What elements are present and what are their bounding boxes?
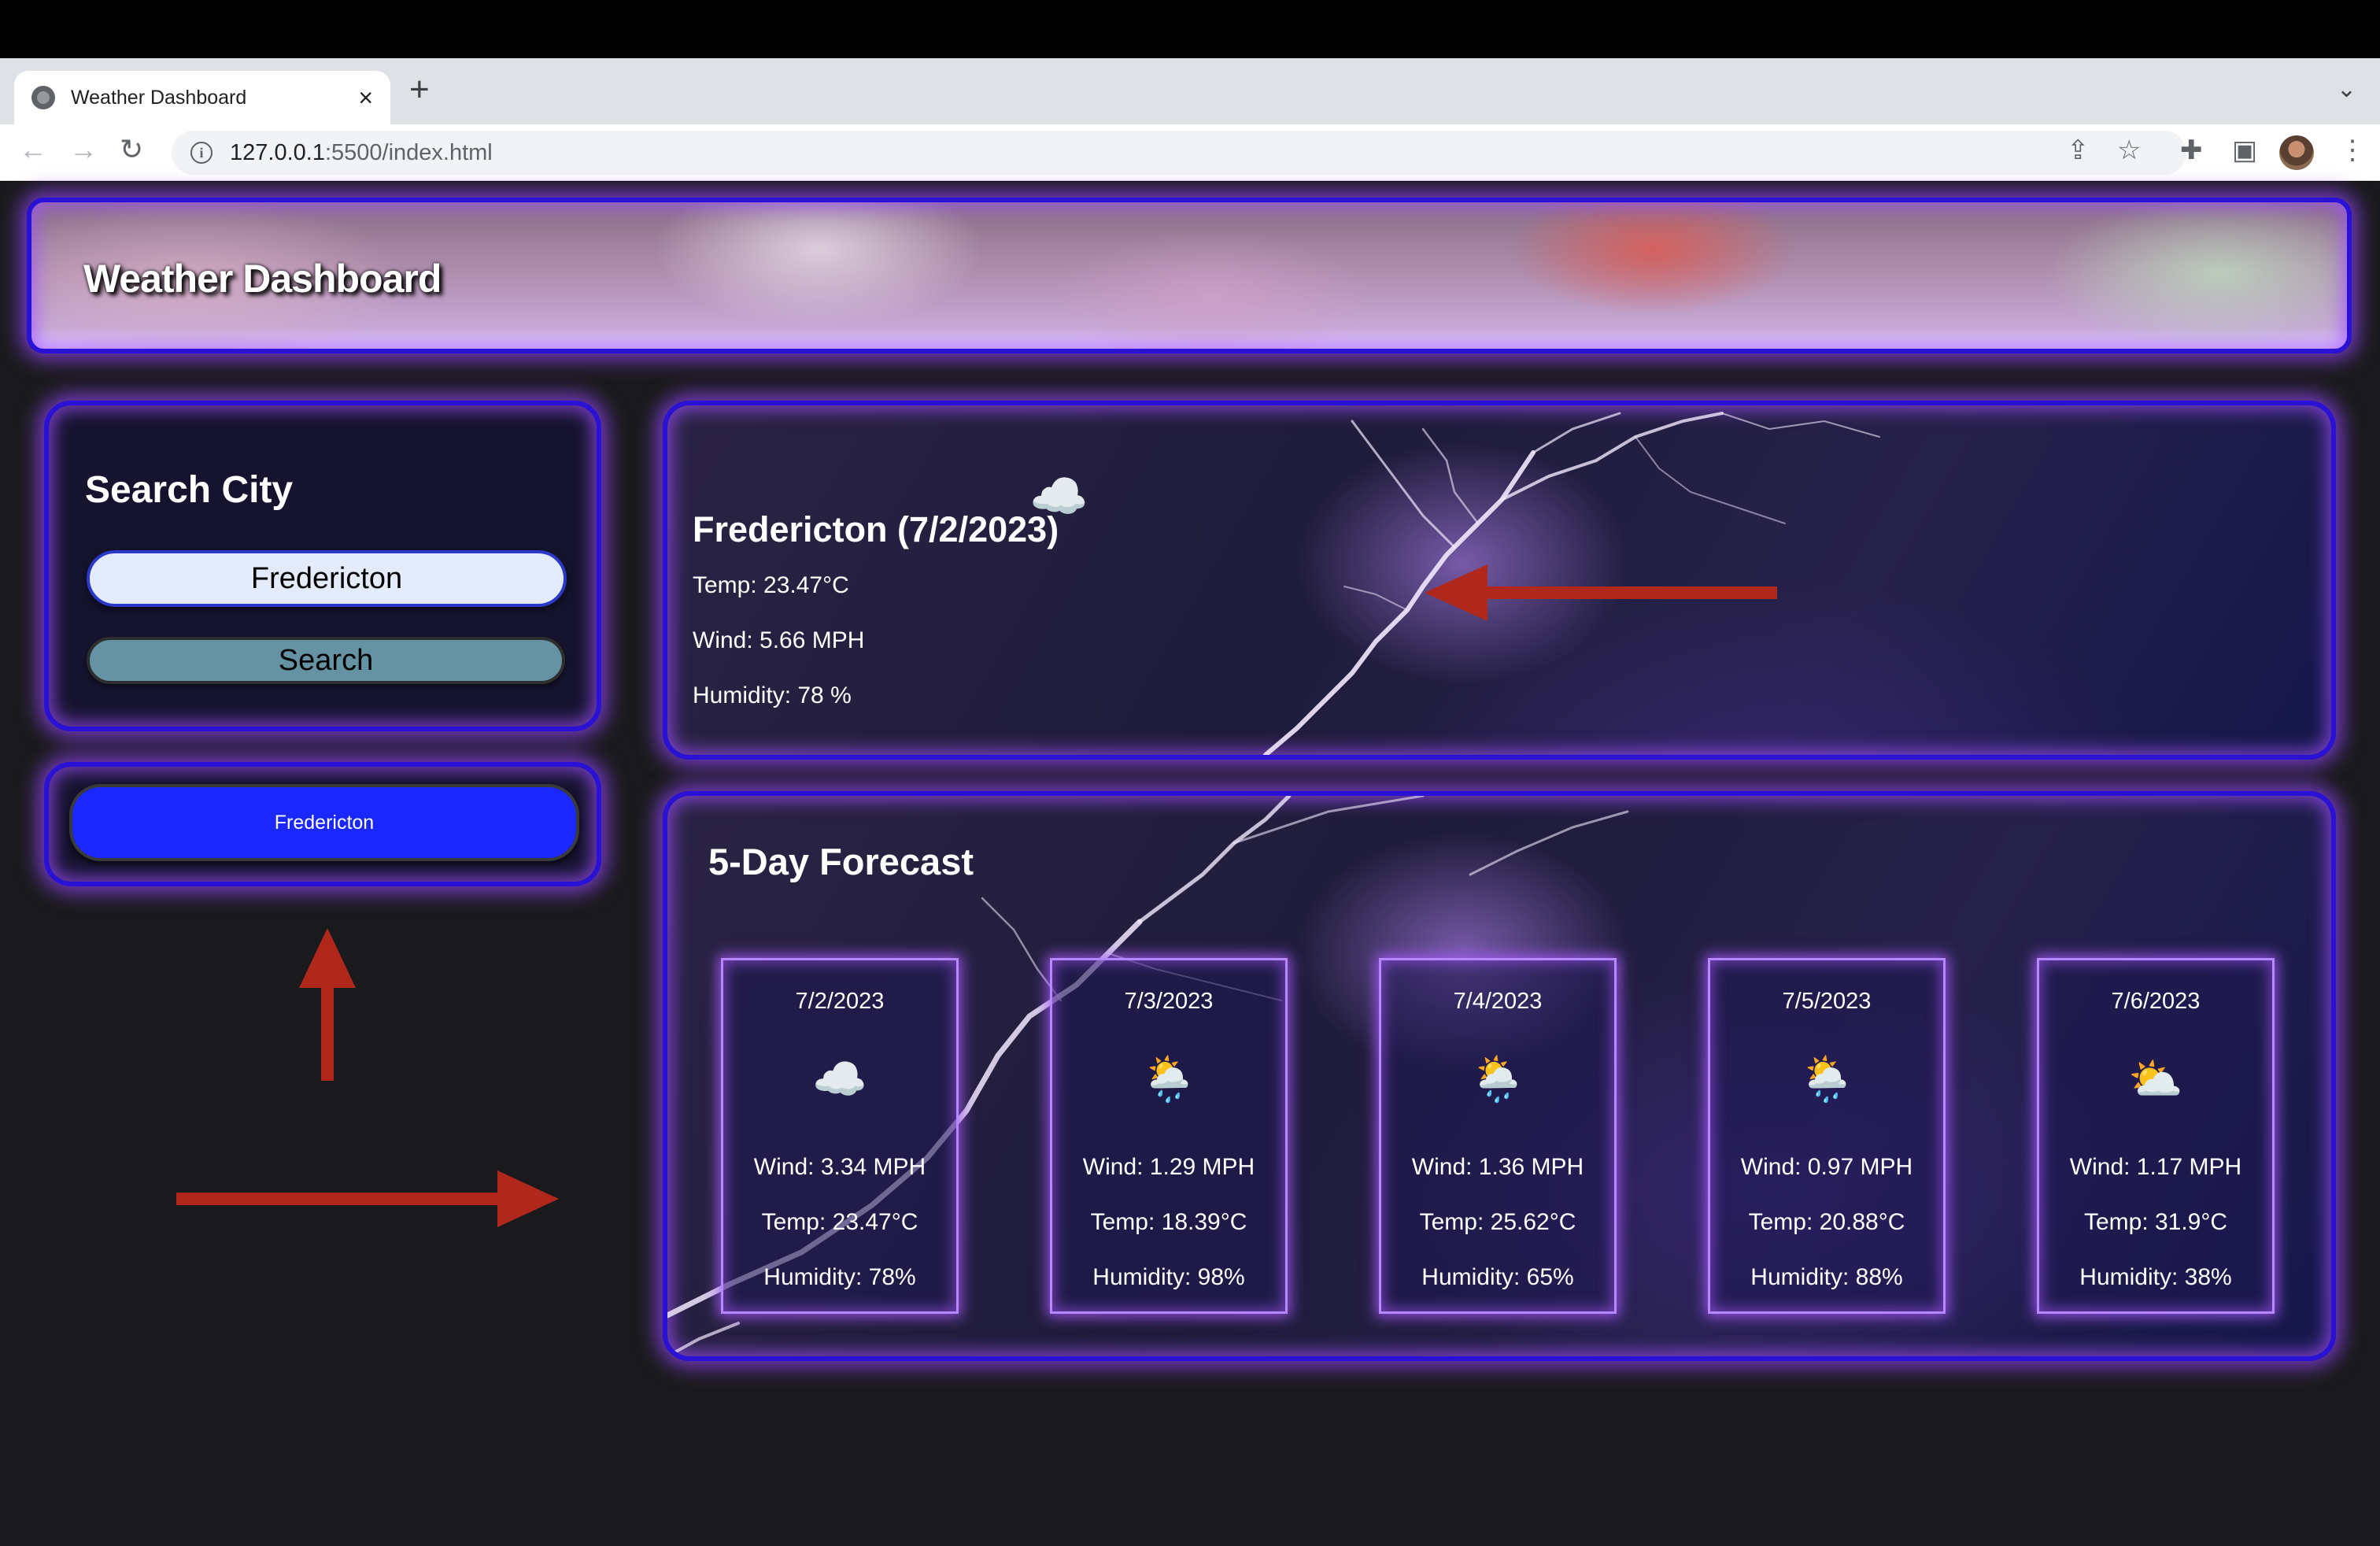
search-history-panel: Fredericton xyxy=(44,762,601,886)
history-city-button[interactable]: Fredericton xyxy=(69,784,579,861)
forecast-card: 7/3/2023 🌦️ Wind: 1.29 MPH Temp: 18.39°C… xyxy=(1050,958,1288,1314)
extensions-icon[interactable]: ✚ xyxy=(2180,137,2203,164)
forecast-date: 7/3/2023 xyxy=(1124,989,1214,1014)
cloud-icon: ☁️ xyxy=(1029,470,1088,523)
close-icon[interactable]: × xyxy=(358,85,373,110)
cloud-sun-icon: ⛅ xyxy=(2128,1054,2183,1104)
browser-tab[interactable]: Weather Dashboard × xyxy=(14,71,390,124)
forecast-wind: Wind: 3.34 MPH xyxy=(753,1154,926,1180)
rain-sun-icon: 🌦️ xyxy=(1799,1054,1854,1104)
cloud-icon: ☁️ xyxy=(812,1054,867,1104)
forecast-temp: Temp: 20.88°C xyxy=(1748,1209,1905,1235)
forecast-heading: 5-Day Forecast xyxy=(708,841,974,882)
current-wind: Wind: 5.66 MPH xyxy=(693,627,865,653)
forecast-wind: Wind: 1.29 MPH xyxy=(1082,1154,1255,1180)
annotation-arrow-up xyxy=(299,928,356,1081)
forecast-card: 7/6/2023 ⛅ Wind: 1.17 MPH Temp: 31.9°C H… xyxy=(2037,958,2275,1314)
forecast-temp: Temp: 31.9°C xyxy=(2083,1209,2228,1235)
forecast-temp: Temp: 23.47°C xyxy=(761,1209,918,1235)
search-heading: Search City xyxy=(85,469,294,511)
rain-sun-icon: 🌦️ xyxy=(1141,1054,1196,1104)
share-icon[interactable]: ⇪ xyxy=(2067,137,2090,164)
browser-toolbar: ← → ↻ i 127.0.0.1:5500/index.html ⇪ ☆ ✚ … xyxy=(0,124,2380,181)
screen-letterbox xyxy=(0,0,2380,58)
tab-title: Weather Dashboard xyxy=(71,86,247,109)
forecast-humidity: Humidity: 78% xyxy=(763,1264,916,1290)
forecast-card: 7/5/2023 🌦️ Wind: 0.97 MPH Temp: 20.88°C… xyxy=(1708,958,1946,1314)
back-icon[interactable]: ← xyxy=(19,135,47,164)
new-tab-icon[interactable]: + xyxy=(409,72,430,107)
menu-icon[interactable]: ⋮ xyxy=(2339,137,2366,164)
forecast-humidity: Humidity: 88% xyxy=(1750,1264,1903,1290)
forecast-date: 7/2/2023 xyxy=(795,989,885,1014)
forecast-date: 7/5/2023 xyxy=(1782,989,1872,1014)
forward-icon[interactable]: → xyxy=(69,135,98,164)
avatar[interactable] xyxy=(2279,135,2314,170)
chevron-down-icon[interactable]: ⌄ xyxy=(2337,76,2356,103)
sidepanel-icon[interactable]: ▣ xyxy=(2232,137,2257,164)
page-title: Weather Dashboard xyxy=(83,257,442,301)
forecast-date: 7/4/2023 xyxy=(1453,989,1543,1014)
forecast-temp: Temp: 25.62°C xyxy=(1419,1209,1576,1235)
forecast-humidity: Humidity: 65% xyxy=(1421,1264,1574,1290)
address-bar[interactable]: i 127.0.0.1:5500/index.html xyxy=(172,131,2186,175)
browser-tabstrip: Weather Dashboard × xyxy=(0,58,2380,124)
city-search-input[interactable] xyxy=(87,550,567,607)
forecast-card: 7/2/2023 ☁️ Wind: 3.34 MPH Temp: 23.47°C… xyxy=(721,958,959,1314)
forecast-panel: 5-Day Forecast 7/2/2023 ☁️ Wind: 3.34 MP… xyxy=(663,791,2336,1361)
page: Weather Dashboard Search City Search Fre… xyxy=(0,182,2380,1546)
forecast-wind: Wind: 0.97 MPH xyxy=(1740,1154,1913,1180)
current-city-date: Fredericton (7/2/2023) xyxy=(693,509,1059,549)
current-humidity: Humidity: 78 % xyxy=(693,682,852,708)
forecast-date: 7/6/2023 xyxy=(2111,989,2201,1014)
forecast-humidity: Humidity: 38% xyxy=(2079,1264,2232,1290)
search-panel: Search City Search xyxy=(44,401,601,731)
reload-icon[interactable]: ↻ xyxy=(120,135,143,164)
forecast-wind: Wind: 1.36 MPH xyxy=(1411,1154,1584,1180)
url-text: 127.0.0.1:5500/index.html xyxy=(230,139,493,165)
current-temp: Temp: 23.47°C xyxy=(693,572,849,598)
forecast-humidity: Humidity: 98% xyxy=(1092,1264,1245,1290)
annotation-arrow-right xyxy=(176,1171,559,1227)
rain-sun-icon: 🌦️ xyxy=(1470,1054,1525,1104)
forecast-temp: Temp: 18.39°C xyxy=(1090,1209,1247,1235)
forecast-card: 7/4/2023 🌦️ Wind: 1.36 MPH Temp: 25.62°C… xyxy=(1379,958,1617,1314)
lightning-background xyxy=(1263,412,1880,755)
star-icon[interactable]: ☆ xyxy=(2117,137,2141,164)
search-button[interactable]: Search xyxy=(87,637,565,684)
globe-icon xyxy=(31,86,55,109)
current-weather-panel: Fredericton (7/2/2023) ☁️ Temp: 23.47°C … xyxy=(663,401,2336,760)
info-icon[interactable]: i xyxy=(190,142,213,164)
header-banner: Weather Dashboard xyxy=(27,198,2352,353)
forecast-wind: Wind: 1.17 MPH xyxy=(2069,1154,2242,1180)
